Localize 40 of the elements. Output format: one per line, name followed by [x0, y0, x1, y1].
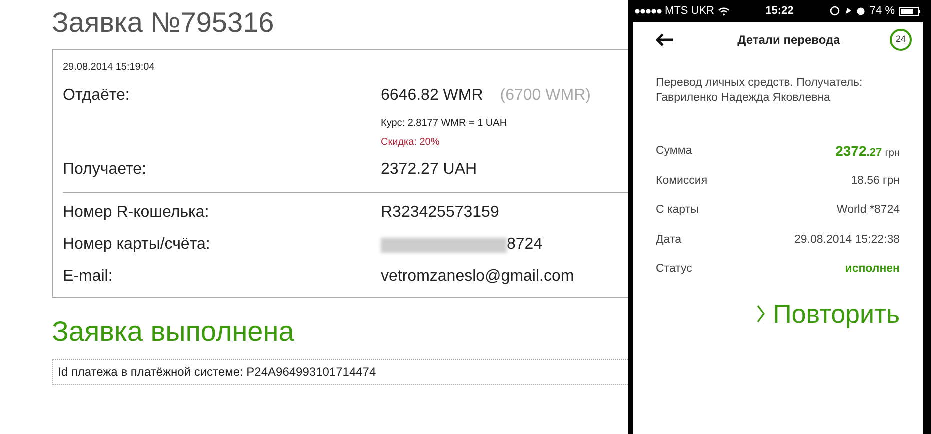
discount-text: Скидка: 20%: [381, 136, 441, 150]
detail-value: 18.56 грн: [851, 174, 900, 189]
detail-label: Сумма: [656, 144, 692, 160]
back-arrow-icon[interactable]: [656, 33, 674, 47]
clock-time: 15:22: [766, 4, 794, 19]
give-amount: 6646.82 WMR: [381, 86, 484, 106]
status-heading: Заявка выполнена: [52, 315, 296, 349]
status-value: исполнен: [845, 262, 900, 278]
screen-title: Детали перевода: [738, 32, 840, 49]
battery-icon: [899, 6, 921, 16]
field-label: Отдаёте:: [63, 86, 131, 106]
count-badge: 24: [890, 29, 912, 51]
signal-icon: [635, 8, 662, 14]
detail-label: С карты: [656, 203, 699, 218]
order-date: 29.08.2014 15:19:04: [63, 61, 156, 75]
detail-value: World *8724: [836, 203, 900, 218]
detail-value: 29.08.2014 15:22:38: [794, 232, 900, 248]
page-title: Заявка №795316: [52, 6, 276, 40]
detail-label: Комиссия: [656, 174, 708, 189]
wifi-icon: [718, 6, 730, 16]
field-label: Получаете:: [63, 160, 148, 180]
battery-percent: 74 %: [870, 4, 895, 19]
field-value: 8724: [507, 235, 543, 255]
field-value: R323425573159: [381, 203, 500, 223]
amount-value: 2372.27 грн: [836, 142, 900, 162]
repeat-button[interactable]: Повторить: [757, 298, 900, 328]
carrier-name: MTS UKR: [665, 4, 714, 19]
status-icons: [830, 6, 866, 16]
exchange-rate: Курс: 2.8177 WMR = 1 UAH: [381, 117, 508, 131]
receive-amount: 2372.27 UAH: [381, 160, 478, 180]
payment-id: Id платежа в платёжной системе: P24A964993101714474: [58, 364, 376, 381]
detail-label: Дата: [656, 232, 682, 248]
field-value: vetromzaneslo@gmail.com: [381, 267, 574, 287]
field-label: Номер карты/счёта:: [63, 235, 212, 255]
transfer-description: Перевод личных средств. Получатель: Гавриленко Надежда Яковлевна: [656, 76, 864, 106]
original-amount: (6700 WMR): [500, 86, 591, 106]
chevron-icon: [757, 304, 766, 322]
detail-label: Статус: [656, 262, 692, 278]
field-label: E-mail:: [63, 267, 114, 287]
field-label: Номер R-кошелька:: [63, 203, 210, 223]
